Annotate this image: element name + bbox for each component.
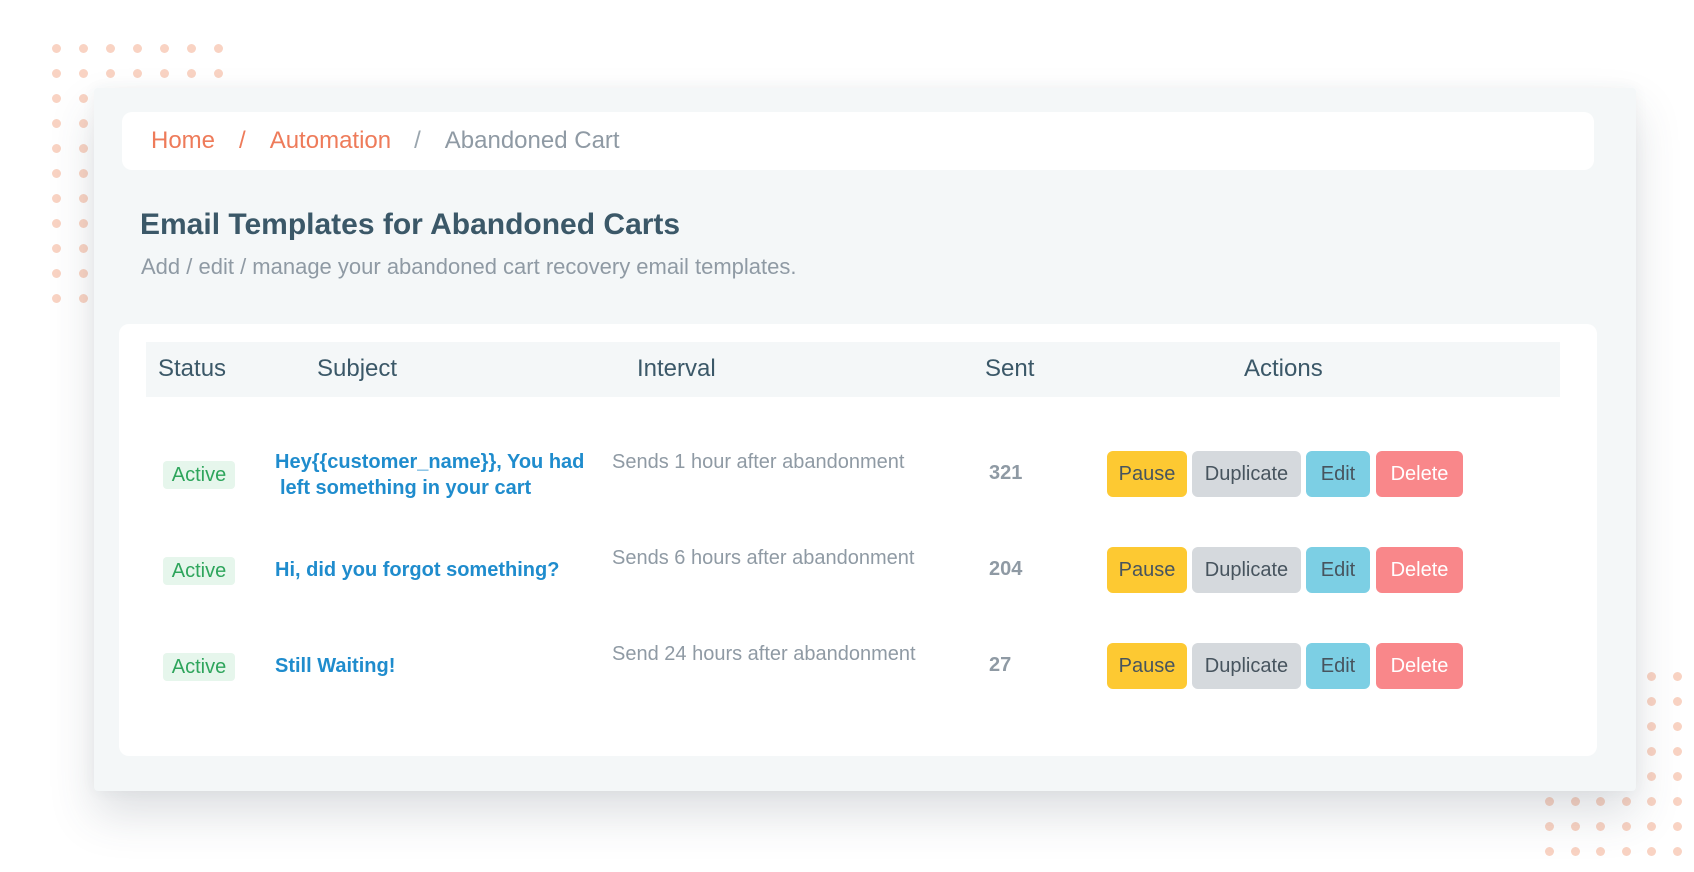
app-window: Home / Automation / Abandoned Cart Email… xyxy=(94,88,1636,791)
subject-line: Hey{{customer_name}}, You had xyxy=(275,451,585,473)
edit-button[interactable]: Edit xyxy=(1306,643,1370,689)
duplicate-button[interactable]: Duplicate xyxy=(1192,643,1301,689)
column-header-sent: Sent xyxy=(985,355,1035,382)
edit-button[interactable]: Edit xyxy=(1306,451,1370,497)
page-title: Email Templates for Abandoned Carts xyxy=(140,208,681,241)
interval-text: Sends 1 hour after abandonment xyxy=(612,451,905,473)
status-badge: Active xyxy=(163,557,235,585)
breadcrumb-separator: / xyxy=(414,127,421,154)
column-header-status: Status xyxy=(158,355,227,382)
column-header-interval: Interval xyxy=(637,355,716,382)
subject-link[interactable]: Hi, did you forgot something? xyxy=(275,557,559,583)
status-badge: Active xyxy=(163,653,235,681)
breadcrumb-home-link[interactable]: Home xyxy=(151,127,215,155)
breadcrumb-automation-link[interactable]: Automation xyxy=(270,127,391,155)
pause-button[interactable]: Pause xyxy=(1107,547,1187,593)
page-subtitle: Add / edit / manage your abandoned cart … xyxy=(141,254,797,279)
delete-button[interactable]: Delete xyxy=(1376,451,1463,497)
interval-text: Send 24 hours after abandonment xyxy=(612,643,916,665)
delete-button[interactable]: Delete xyxy=(1376,643,1463,689)
edit-button[interactable]: Edit xyxy=(1306,547,1370,593)
duplicate-button[interactable]: Duplicate xyxy=(1192,547,1301,593)
table-row: Active Hey{{customer_name}}, You had lef… xyxy=(119,444,1597,504)
table-row: Active Hi, did you forgot something? Sen… xyxy=(119,540,1597,600)
sent-count: 204 xyxy=(989,558,1023,580)
sent-count: 321 xyxy=(989,462,1023,484)
subject-line: left something in your cart xyxy=(280,477,532,499)
subject-link[interactable]: Still Waiting! xyxy=(275,653,395,679)
breadcrumb: Home / Automation / Abandoned Cart xyxy=(122,112,1594,170)
templates-table: Status Subject Interval Sent Actions Act… xyxy=(119,324,1597,756)
table-header: Status Subject Interval Sent Actions xyxy=(146,342,1560,397)
column-header-subject: Subject xyxy=(317,355,398,382)
sent-count: 27 xyxy=(989,654,1012,676)
subject-link[interactable]: Hey{{customer_name}}, You had left somet… xyxy=(275,449,584,501)
pause-button[interactable]: Pause xyxy=(1107,643,1187,689)
interval-text: Sends 6 hours after abandonment xyxy=(612,547,915,569)
pause-button[interactable]: Pause xyxy=(1107,451,1187,497)
duplicate-button[interactable]: Duplicate xyxy=(1192,451,1301,497)
breadcrumb-current: Abandoned Cart xyxy=(444,127,620,154)
delete-button[interactable]: Delete xyxy=(1376,547,1463,593)
column-header-actions: Actions xyxy=(1244,355,1323,382)
status-badge: Active xyxy=(163,461,235,489)
breadcrumb-separator: / xyxy=(239,127,246,154)
table-row: Active Still Waiting! Send 24 hours afte… xyxy=(119,636,1597,696)
